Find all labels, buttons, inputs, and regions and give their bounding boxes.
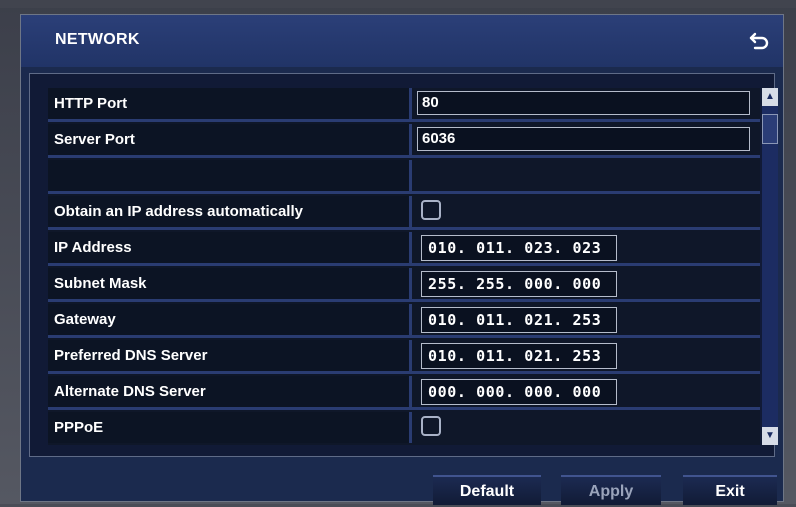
apply-button[interactable]: Apply: [561, 475, 661, 505]
alternate-dns-label: Alternate DNS Server: [48, 376, 412, 407]
top-strip: [0, 0, 796, 8]
server-port-label: Server Port: [48, 124, 412, 155]
preferred-dns-label: Preferred DNS Server: [48, 340, 412, 371]
network-settings-window: NETWORK HTTP Port 80 Server Port 6036 Ob…: [20, 14, 784, 505]
gateway-label: Gateway: [48, 304, 412, 335]
pppoe-label: PPPoE: [48, 412, 412, 443]
empty-label: [48, 160, 412, 191]
row-empty: [48, 160, 760, 194]
row-alternate-dns: Alternate DNS Server 000. 000. 000. 000: [48, 376, 760, 410]
empty-value: [415, 160, 760, 191]
row-ip-address: IP Address 010. 011. 023. 023: [48, 232, 760, 266]
title-bar: NETWORK: [21, 15, 783, 67]
row-dhcp: Obtain an IP address automatically: [48, 196, 760, 230]
http-port-input[interactable]: 80: [417, 91, 750, 115]
settings-table: HTTP Port 80 Server Port 6036 Obtain an …: [48, 88, 760, 445]
row-http-port: HTTP Port 80: [48, 88, 760, 122]
alternate-dns-input[interactable]: 000. 000. 000. 000: [421, 379, 617, 405]
subnet-mask-label: Subnet Mask: [48, 268, 412, 299]
row-subnet-mask: Subnet Mask 255. 255. 000. 000: [48, 268, 760, 302]
row-gateway: Gateway 010. 011. 021. 253: [48, 304, 760, 338]
row-pppoe: PPPoE: [48, 412, 760, 446]
subnet-mask-input[interactable]: 255. 255. 000. 000: [421, 271, 617, 297]
row-server-port: Server Port 6036: [48, 124, 760, 158]
scroll-down-icon[interactable]: ▼: [762, 427, 778, 445]
pppoe-checkbox[interactable]: [421, 416, 441, 436]
row-preferred-dns: Preferred DNS Server 010. 011. 021. 253: [48, 340, 760, 374]
exit-button[interactable]: Exit: [683, 475, 777, 505]
settings-panel: HTTP Port 80 Server Port 6036 Obtain an …: [29, 73, 778, 457]
dhcp-checkbox[interactable]: [421, 200, 441, 220]
default-button[interactable]: Default: [433, 475, 541, 505]
window-title: NETWORK: [55, 31, 140, 48]
scrollbar-thumb[interactable]: [762, 114, 778, 144]
return-arrow-icon[interactable]: [747, 27, 773, 53]
scroll-up-icon[interactable]: ▲: [762, 88, 778, 106]
ip-address-input[interactable]: 010. 011. 023. 023: [421, 235, 617, 261]
gateway-input[interactable]: 010. 011. 021. 253: [421, 307, 617, 333]
ip-address-label: IP Address: [48, 232, 412, 263]
server-port-input[interactable]: 6036: [417, 127, 750, 151]
dhcp-label: Obtain an IP address automatically: [48, 196, 412, 227]
http-port-label: HTTP Port: [48, 88, 412, 119]
preferred-dns-input[interactable]: 010. 011. 021. 253: [421, 343, 617, 369]
